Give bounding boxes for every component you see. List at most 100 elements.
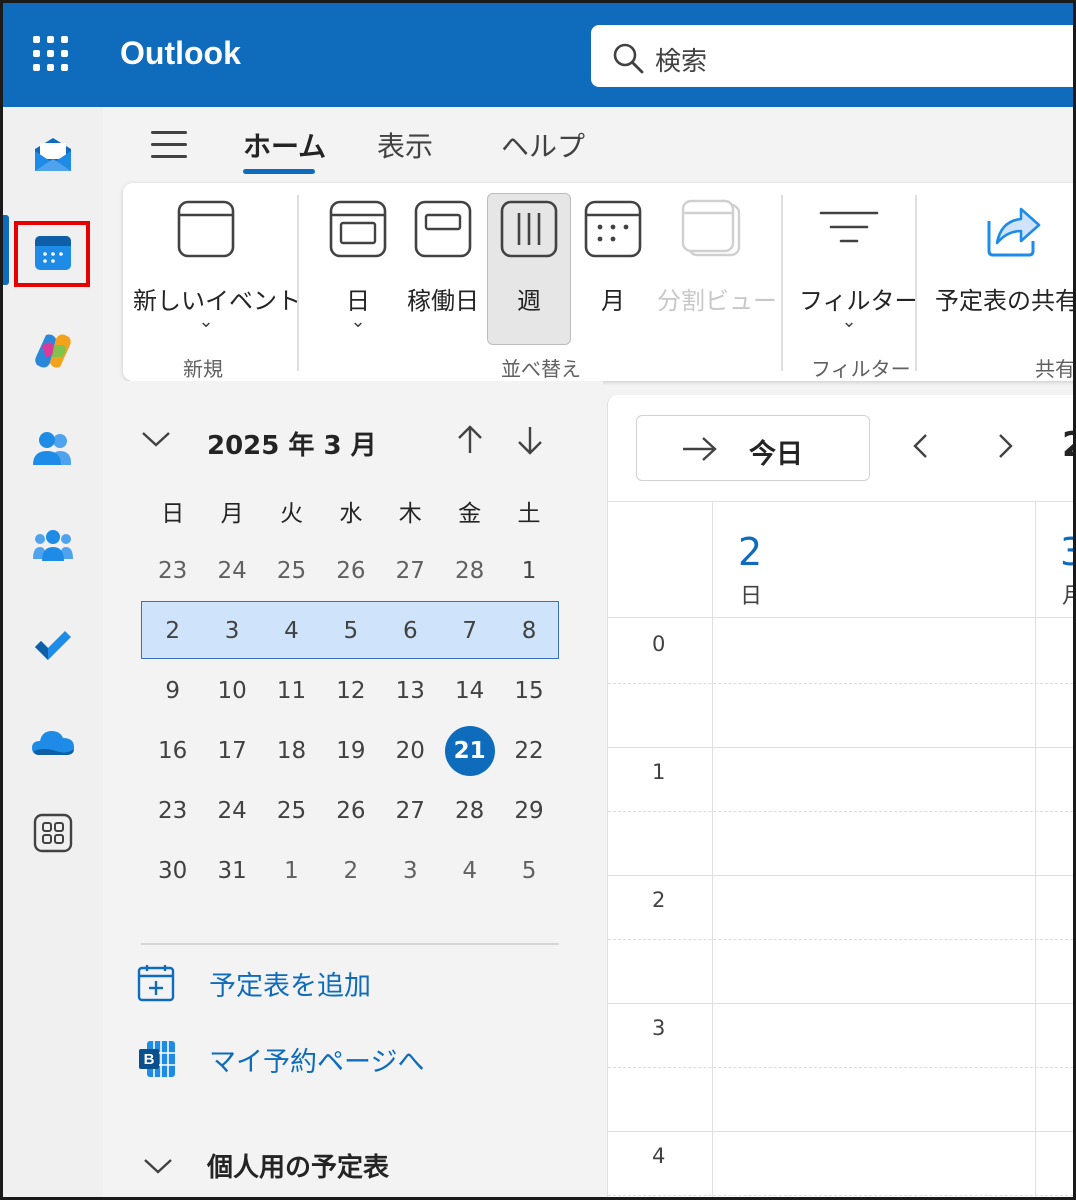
booking-page-link[interactable]: B マイ予約ページへ — [137, 1037, 424, 1081]
calendar-day[interactable]: 7 — [440, 601, 499, 661]
chevron-down-icon — [144, 1158, 172, 1174]
week-view-button[interactable]: 週 — [489, 193, 569, 343]
ribbon-panel: 新しいイベント ⌄ 新規 日 ⌄ 稼働日 週 月 分割ビュー 並べ替え フィルタ… — [123, 183, 1073, 381]
calendar-day[interactable]: 14 — [440, 661, 499, 721]
rail-item-copilot[interactable] — [17, 319, 89, 383]
split-view-icon — [681, 199, 741, 257]
date-range-label[interactable]: 2 — [1062, 425, 1073, 465]
rail-item-todo[interactable] — [17, 613, 89, 677]
calendar-day[interactable]: 18 — [262, 721, 321, 781]
calendar-day[interactable]: 11 — [262, 661, 321, 721]
calendar-day[interactable]: 30 — [143, 841, 202, 901]
chevron-right-icon[interactable] — [996, 429, 1016, 463]
ribbon-separator — [915, 195, 917, 371]
split-view-button[interactable]: 分割ビュー — [657, 193, 777, 343]
calendar-day[interactable]: 26 — [321, 781, 380, 841]
month-view-button[interactable]: 月 — [575, 193, 651, 343]
hour-line — [608, 875, 1073, 876]
calendar-day[interactable]: 25 — [262, 541, 321, 601]
calendar-day[interactable]: 24 — [202, 541, 261, 601]
calendar-day[interactable]: 1 — [262, 841, 321, 901]
calendar-day[interactable]: 16 — [143, 721, 202, 781]
chevron-down-icon[interactable]: ⌄ — [133, 311, 279, 332]
week-grid: 2 日 3 月 0 1 2 3 4 — [608, 501, 1073, 1197]
day-header-number[interactable]: 2 — [738, 530, 762, 574]
calendar-day[interactable]: 13 — [381, 661, 440, 721]
calendar-day[interactable]: 20 — [381, 721, 440, 781]
calendar-day[interactable]: 23 — [143, 781, 202, 841]
day-view-button[interactable]: 日 ⌄ — [323, 193, 393, 343]
chevron-left-icon[interactable] — [910, 429, 930, 463]
filter-button[interactable]: フィルター ⌄ — [799, 193, 919, 343]
hour-label: 1 — [652, 760, 666, 784]
calendar-day[interactable]: 4 — [262, 601, 321, 661]
day-view-icon — [329, 200, 387, 258]
calendar-day[interactable]: 1 — [499, 541, 558, 601]
calendar-day[interactable]: 29 — [499, 781, 558, 841]
rail-item-mail[interactable] — [17, 123, 89, 187]
calendar-day[interactable]: 31 — [202, 841, 261, 901]
today-button[interactable]: 今日 — [636, 415, 870, 481]
calendar-day[interactable]: 9 — [143, 661, 202, 721]
calendar-day[interactable]: 26 — [321, 541, 380, 601]
todo-check-icon — [35, 631, 71, 660]
tab-view[interactable]: 表示 — [377, 125, 433, 165]
add-calendar-link[interactable]: 予定表を追加 — [137, 961, 371, 1005]
calendar-day[interactable]: 25 — [262, 781, 321, 841]
new-event-button[interactable]: 新しいイベント ⌄ — [133, 193, 301, 343]
calendar-day[interactable]: 12 — [321, 661, 380, 721]
calendar-day[interactable]: 24 — [202, 781, 261, 841]
calendar-day[interactable]: 3 — [202, 601, 261, 661]
group-label-new: 新規 — [183, 357, 223, 381]
rail-item-people[interactable] — [17, 417, 89, 481]
weekday-label: 金 — [458, 501, 482, 527]
search-box[interactable]: 検索 — [591, 25, 1073, 87]
work-week-button[interactable]: 稼働日 — [403, 193, 483, 343]
calendar-day[interactable]: 23 — [143, 541, 202, 601]
calendar-day[interactable]: 15 — [499, 661, 558, 721]
calendar-day[interactable]: 3 — [381, 841, 440, 901]
day-header-weekday: 日 — [740, 584, 763, 609]
day-column-divider — [1035, 502, 1036, 1197]
personal-calendars-label: 個人用の予定表 — [207, 1153, 390, 1183]
calendar-week-row-selected: 2 3 4 5 6 7 8 — [143, 601, 559, 661]
ribbon-separator — [781, 195, 783, 371]
calendar-day[interactable]: 28 — [440, 541, 499, 601]
tab-help[interactable]: ヘルプ — [501, 125, 585, 165]
rail-item-onedrive[interactable] — [17, 711, 89, 775]
arrow-up-icon[interactable] — [455, 423, 485, 457]
calendar-day[interactable]: 2 — [321, 841, 380, 901]
app-title[interactable]: Outlook — [120, 35, 241, 72]
calendar-day[interactable]: 2 — [143, 601, 202, 661]
calendar-day[interactable]: 27 — [381, 781, 440, 841]
calendar-day[interactable]: 27 — [381, 541, 440, 601]
app-launcher-icon[interactable] — [33, 36, 69, 72]
calendar-day[interactable]: 17 — [202, 721, 261, 781]
tab-home[interactable]: ホーム — [243, 125, 326, 165]
calendar-day[interactable]: 8 — [499, 601, 558, 661]
share-calendar-button[interactable]: 予定表の共有 — [935, 193, 1073, 343]
calendar-day[interactable]: 4 — [440, 841, 499, 901]
calendar-day[interactable]: 22 — [499, 721, 558, 781]
chevron-down-icon[interactable] — [141, 429, 171, 449]
calendar-day[interactable]: 19 — [321, 721, 380, 781]
hamburger-menu-icon[interactable] — [151, 131, 187, 159]
calendar-day[interactable]: 5 — [321, 601, 380, 661]
weekday-label: 土 — [517, 501, 541, 527]
day-header-number[interactable]: 3 — [1060, 530, 1073, 574]
chevron-down-icon[interactable]: ⌄ — [323, 311, 393, 332]
calendar-day[interactable]: 10 — [202, 661, 261, 721]
cloud-icon — [32, 731, 74, 755]
rail-item-apps[interactable] — [17, 801, 89, 865]
calendar-week-row: 16 17 18 19 20 21 22 — [143, 721, 559, 781]
time-column-divider — [712, 502, 713, 1197]
arrow-down-icon[interactable] — [515, 423, 545, 457]
calendar-day[interactable]: 5 — [499, 841, 558, 901]
chevron-down-icon[interactable]: ⌄ — [799, 311, 899, 332]
calendar-day-today[interactable]: 21 — [440, 721, 499, 781]
calendar-day[interactable]: 28 — [440, 781, 499, 841]
personal-calendars-header[interactable]: 個人用の予定表 — [143, 1147, 389, 1184]
rail-item-groups[interactable] — [17, 515, 89, 579]
calendar-day[interactable]: 6 — [381, 601, 440, 661]
mini-calendar-month[interactable]: 2025 年 3 月 — [207, 425, 377, 462]
